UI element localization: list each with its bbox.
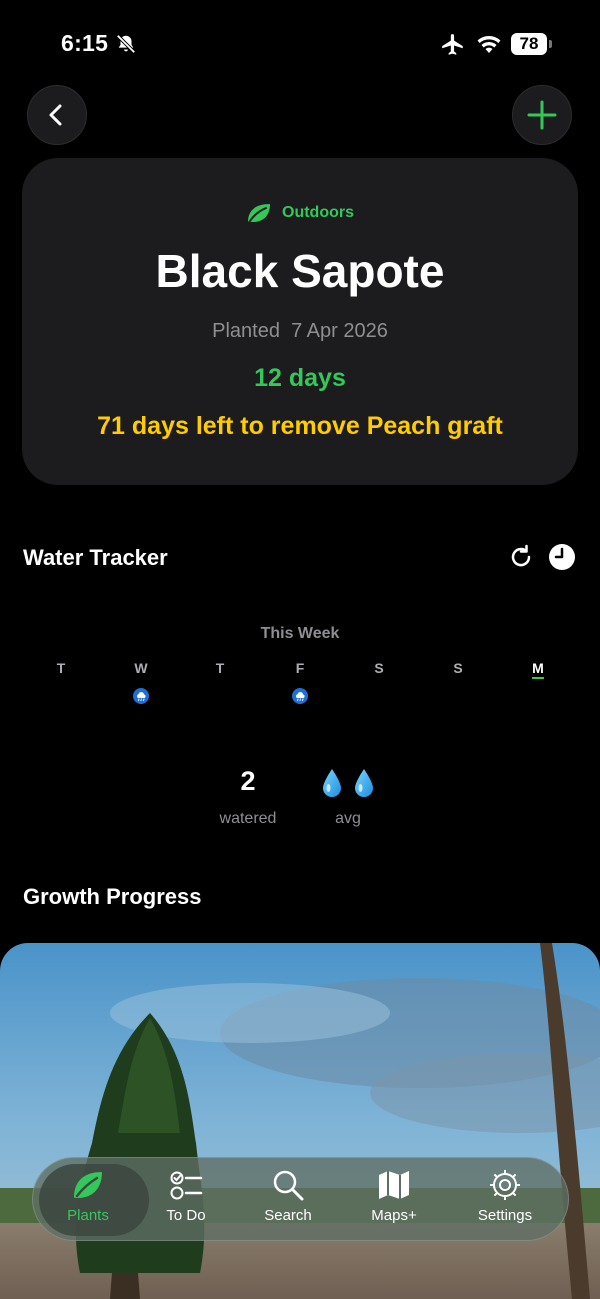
avg-stat: avg [288,766,408,828]
leaf-icon [74,1172,102,1198]
tab-label: Plants [67,1207,109,1224]
tab-plants[interactable]: Plants [38,1166,138,1236]
back-button[interactable] [27,85,87,145]
day-letter: F [295,660,305,676]
tab-label: To Do [166,1207,206,1224]
tab-label: Search [264,1207,312,1224]
planted-date-row: Planted 7 Apr 2026 [22,320,578,343]
day-column[interactable]: T [41,660,81,678]
plant-photo-image [0,943,600,1299]
growth-progress-title: Growth Progress [23,884,202,909]
water-tracker-title: Water Tracker [23,545,168,570]
battery-indicator: 78 [511,33,553,55]
search-icon [273,1170,304,1201]
water-drop-icon [355,769,373,797]
tab-settings[interactable]: Settings [455,1166,555,1236]
day-column[interactable]: W [121,660,161,678]
status-time: 6:15 [61,30,109,56]
wifi-icon [477,36,501,53]
day-letter: W [134,660,148,676]
day-column[interactable]: S [359,660,399,678]
plant-age: 12 days [254,364,346,392]
graft-notice: 71 days left to remove Peach graft [97,412,503,440]
status-bar: 6:15 78 [0,0,600,80]
avg-label: avg [335,810,361,827]
planted-label: Planted [212,320,280,342]
leaf-icon [248,204,270,222]
water-drop-icon [323,769,341,797]
chevron-left-icon [49,104,62,126]
planted-date: 7 Apr 2026 [291,320,388,342]
tab-maps[interactable]: Maps+ [344,1166,444,1236]
battery-cap [549,40,552,48]
airplane-icon [442,34,463,55]
day-letter: M [532,660,544,679]
gear-icon [490,1170,520,1200]
rain-cloud-icon [292,688,308,704]
location-label: Outdoors [282,204,354,221]
avg-drops [288,766,408,800]
plant-name: Black Sapote [155,245,445,297]
day-letter: T [56,660,66,676]
add-button[interactable] [512,85,572,145]
history-clock-icon[interactable] [548,543,576,571]
battery-level: 78 [511,33,547,55]
week-label: This Week [260,625,340,642]
day-letter: T [215,660,225,676]
rain-cloud-icon [133,688,149,704]
reset-icon[interactable] [507,543,535,571]
day-column[interactable]: T [200,660,240,678]
tab-search[interactable]: Search [238,1166,338,1236]
tab-bar: Plants To Do Search Maps+ Settings [32,1157,569,1241]
tab-label: Maps+ [371,1207,417,1224]
day-column[interactable]: M [518,660,558,679]
tab-label: Settings [477,1207,533,1224]
plant-card: Outdoors Black Sapote Planted 7 Apr 2026… [22,158,578,485]
checklist-icon [170,1171,203,1200]
bell-slash-icon [116,34,136,54]
growth-photo[interactable] [0,943,600,1299]
day-letter: S [453,660,463,676]
day-column[interactable]: S [438,660,478,678]
location-row: Outdoors [22,202,578,224]
map-icon [379,1171,409,1199]
tab-todo[interactable]: To Do [136,1166,236,1236]
plus-icon [527,100,557,130]
day-column[interactable]: F [280,660,320,678]
day-letter: S [374,660,384,676]
